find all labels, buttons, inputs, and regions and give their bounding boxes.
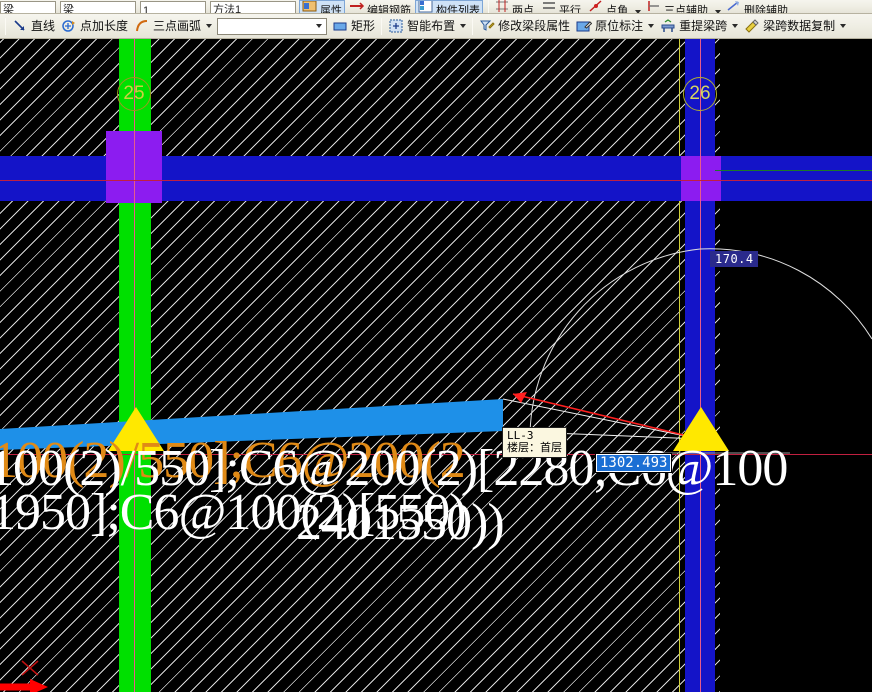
- line-tool[interactable]: 直线: [9, 16, 58, 37]
- distance-readout[interactable]: 1302.493: [594, 453, 673, 473]
- point-extend-icon: [61, 18, 77, 34]
- list-icon: [418, 0, 434, 13]
- snap-midpoint-label: 平行: [559, 4, 581, 14]
- re-extract-span-caret[interactable]: [732, 24, 739, 28]
- rect-icon: [332, 18, 348, 34]
- three-point-arc-tool[interactable]: 三点画弧: [131, 16, 204, 37]
- delete-aux-label: 删除辅助: [744, 4, 788, 14]
- element-tooltip-floor: 楼层：首层: [507, 442, 562, 454]
- beam-type-combo-2-value: 梁: [63, 3, 74, 14]
- in-place-annotation-tool[interactable]: 原位标注: [573, 16, 646, 37]
- rebar-annotation-line-3: 2401550)): [296, 494, 505, 551]
- snap-intersection[interactable]: 两点: [492, 0, 536, 14]
- snap-three-point-aux[interactable]: 三点辅助: [644, 0, 710, 14]
- copy-span-data-caret[interactable]: [840, 24, 847, 28]
- three-point-aux-icon: [646, 0, 662, 13]
- secondary-toolbar[interactable]: 梁 梁 1 方法1 属性 编辑钢筋 构件列表 两点 平行 点角 三点辅助 删除辅…: [0, 0, 872, 14]
- point-extend-tool[interactable]: 点加长度: [58, 16, 131, 37]
- re-extract-span-tool-label: 重提梁跨: [679, 19, 728, 33]
- component-list-button-label: 构件列表: [436, 4, 480, 14]
- toolbar-separator: [488, 0, 489, 13]
- grid-bubble-25-top[interactable]: 25: [117, 77, 151, 111]
- beam-type-combo-1-value: 梁: [3, 3, 14, 14]
- smart-layout-tool[interactable]: 智能布置: [385, 16, 458, 37]
- grid-bubble-26-top[interactable]: 26: [683, 77, 717, 111]
- rectangle-tool[interactable]: 矩形: [329, 16, 378, 37]
- smart-layout-caret[interactable]: [460, 24, 467, 28]
- three-point-arc-caret[interactable]: [206, 24, 213, 28]
- copy-span-data-tool[interactable]: 梁跨数据复制: [741, 16, 838, 37]
- method-combo[interactable]: 方法1: [210, 0, 300, 14]
- re-extract-span-tool[interactable]: 重提梁跨: [657, 16, 730, 37]
- toolbar-separator-start: [5, 17, 6, 35]
- line-tool-label: 直线: [31, 19, 56, 33]
- component-list-button[interactable]: 构件列表: [415, 0, 483, 14]
- rectangle-tool-label: 矩形: [351, 19, 376, 33]
- grid-bubble-25-top-label: 25: [123, 83, 145, 104]
- toolbar-separator-2: [381, 17, 383, 35]
- point-angle-icon: [588, 0, 604, 13]
- properties-icon: [302, 0, 318, 13]
- drawing-toolbar[interactable]: 直线 点加长度 三点画弧 矩形 智能布置 修改梁段属性 原位标注 重提梁跨 梁跨…: [0, 14, 872, 39]
- element-tooltip: LL-3 楼层：首层: [502, 427, 567, 458]
- properties-button-label: 属性: [320, 4, 342, 14]
- copy-span-data-tool-label: 梁跨数据复制: [763, 19, 836, 33]
- element-tooltip-name: LL-3: [507, 429, 534, 442]
- method-combo-value: 方法1: [213, 3, 242, 14]
- snap-point-label: 点角: [606, 4, 628, 14]
- beam-type-combo-1[interactable]: 梁: [0, 0, 60, 14]
- snap-intersection-label: 两点: [512, 4, 534, 14]
- beam-type-combo-2[interactable]: 梁: [60, 0, 140, 14]
- three-point-arc-tool-label: 三点画弧: [153, 19, 202, 33]
- in-place-annotation-caret[interactable]: [648, 24, 655, 28]
- snap-point[interactable]: 点角: [586, 0, 630, 14]
- delete-aux-icon: [726, 0, 742, 13]
- smart-layout-tool-label: 智能布置: [407, 19, 456, 33]
- edit-beam-segment-tool-label: 修改梁段属性: [498, 19, 571, 33]
- intersection-icon: [494, 0, 510, 13]
- count-combo-value: 1: [143, 4, 150, 14]
- point-extend-tool-label: 点加长度: [80, 19, 129, 33]
- copy-span-icon: [744, 18, 760, 34]
- ucs-axis-indicator: [0, 660, 48, 692]
- re-extract-icon: [660, 18, 676, 34]
- angle-readout: 170.4: [710, 251, 758, 267]
- rebar-icon: [349, 0, 365, 13]
- grid-bubble-26-top-label: 26: [689, 83, 711, 104]
- snap-three-point-aux-caret[interactable]: [715, 9, 721, 13]
- annotation-icon: [576, 18, 593, 34]
- delete-aux[interactable]: 删除辅助: [724, 0, 790, 14]
- edit-rebar-button[interactable]: 编辑钢筋: [347, 0, 413, 14]
- style-combo-caret[interactable]: [316, 24, 323, 28]
- snap-point-caret[interactable]: [635, 9, 641, 13]
- parallel-icon: [541, 0, 557, 13]
- properties-button[interactable]: 属性: [299, 0, 345, 14]
- edit-beam-icon: [479, 18, 495, 34]
- style-combo[interactable]: [217, 17, 328, 35]
- arc-icon: [134, 18, 150, 34]
- toolbar-separator-3: [472, 17, 474, 35]
- selected-beam-overlay: [0, 248, 872, 454]
- count-combo[interactable]: 1: [140, 0, 210, 14]
- smart-layout-icon: [388, 18, 404, 34]
- edit-beam-segment-tool[interactable]: 修改梁段属性: [476, 16, 573, 37]
- edit-rebar-button-label: 编辑钢筋: [367, 4, 411, 14]
- snap-three-point-aux-label: 三点辅助: [664, 4, 708, 14]
- ucs-x-arrowhead: [30, 679, 48, 692]
- drawing-canvas[interactable]: 25 25 26 26 100(2)/550];C6@200(2 100(2)/…: [0, 39, 872, 692]
- in-place-annotation-tool-label: 原位标注: [595, 19, 644, 33]
- snap-midpoint[interactable]: 平行: [539, 0, 583, 14]
- line-icon: [12, 18, 28, 34]
